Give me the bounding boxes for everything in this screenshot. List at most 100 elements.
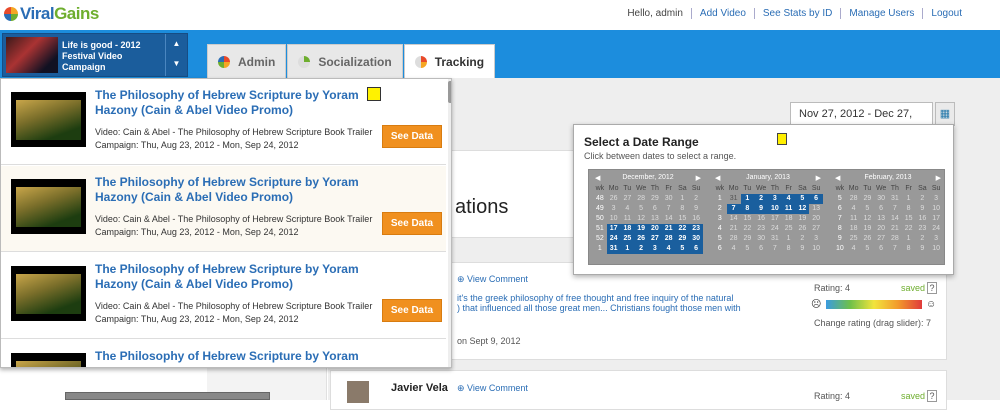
- video-item[interactable]: The Philosophy of Hebrew Scripture by Yo…: [1, 340, 446, 367]
- next-month-icon[interactable]: ▶: [696, 174, 701, 182]
- video-title[interactable]: The Philosophy of Hebrew Scripture by Yo…: [95, 349, 365, 364]
- campaign-switcher[interactable]: ▲ ▼: [165, 34, 187, 76]
- calendar-day[interactable]: 5: [741, 244, 755, 254]
- calendar-day[interactable]: 19: [861, 224, 875, 234]
- calendar-day[interactable]: 14: [727, 214, 741, 224]
- calendar-day[interactable]: 17: [768, 214, 782, 224]
- calendar-day[interactable]: 15: [676, 214, 690, 224]
- calendar-day[interactable]: 5: [634, 204, 648, 214]
- calendar-day[interactable]: 17: [606, 224, 621, 234]
- calendar-day[interactable]: 11: [781, 204, 796, 214]
- calendar-day[interactable]: 23: [916, 224, 930, 234]
- see-data-button[interactable]: See Data: [382, 299, 442, 322]
- calendar-day[interactable]: 27: [648, 234, 662, 244]
- calendar-day[interactable]: 8: [676, 204, 690, 214]
- calendar-day[interactable]: 10: [929, 204, 943, 214]
- calendar-day[interactable]: 11: [847, 214, 861, 224]
- calendar-day[interactable]: 2: [796, 234, 810, 244]
- arrow-up-icon[interactable]: ▲: [166, 34, 187, 54]
- calendar-day[interactable]: 2: [916, 234, 930, 244]
- calendar-day[interactable]: 6: [689, 244, 703, 254]
- calendar-day[interactable]: 30: [689, 234, 703, 244]
- date-range-field[interactable]: Nov 27, 2012 - Dec 27, 2012: [790, 102, 933, 142]
- calendar-day[interactable]: 22: [902, 224, 916, 234]
- calendar-day[interactable]: 8: [902, 244, 916, 254]
- calendar-day[interactable]: 18: [620, 224, 635, 234]
- calendar-day[interactable]: 26: [607, 194, 621, 204]
- calendar-day[interactable]: 31: [727, 194, 741, 204]
- calendar-day[interactable]: 3: [768, 194, 782, 204]
- calendar-day[interactable]: 2: [754, 194, 768, 204]
- tab-socialization[interactable]: Socialization: [287, 44, 403, 78]
- calendar-day[interactable]: 28: [661, 234, 676, 244]
- calendar-day[interactable]: 6: [754, 244, 768, 254]
- calendar-day[interactable]: 3: [929, 194, 943, 204]
- edit-note-icon[interactable]: [367, 87, 381, 101]
- see-data-button[interactable]: See Data: [382, 125, 442, 148]
- calendar-day[interactable]: 1: [620, 244, 635, 254]
- calendar-day[interactable]: 28: [888, 234, 902, 244]
- calendar-icon[interactable]: ▦: [935, 102, 955, 126]
- calendar-day[interactable]: 10: [607, 214, 621, 224]
- calendar-day[interactable]: 22: [675, 224, 690, 234]
- calendar-day[interactable]: 18: [782, 214, 796, 224]
- calendar-day[interactable]: 5: [861, 204, 875, 214]
- tab-admin[interactable]: Admin: [207, 44, 287, 78]
- calendar-day[interactable]: 11: [621, 214, 635, 224]
- calendar-day[interactable]: 23: [754, 224, 768, 234]
- calendar-day[interactable]: 12: [634, 214, 648, 224]
- calendar-day[interactable]: 21: [727, 224, 741, 234]
- calendar-day[interactable]: 27: [809, 224, 823, 234]
- calendar-day[interactable]: 23: [689, 224, 703, 234]
- sticky-note-icon[interactable]: [777, 133, 787, 145]
- calendar-day[interactable]: 24: [768, 224, 782, 234]
- arrow-down-icon[interactable]: ▼: [166, 54, 187, 74]
- calendar-day[interactable]: 30: [662, 194, 676, 204]
- calendar-day[interactable]: 4: [661, 244, 676, 254]
- calendar-day[interactable]: 4: [621, 204, 635, 214]
- calendar-day[interactable]: 1: [902, 234, 916, 244]
- calendar-day[interactable]: 1: [902, 194, 916, 204]
- calendar-day[interactable]: 18: [847, 224, 861, 234]
- calendar-day[interactable]: 29: [741, 234, 755, 244]
- prev-month-icon[interactable]: ◀: [595, 174, 600, 182]
- calendar-day[interactable]: 30: [874, 194, 888, 204]
- calendar-day[interactable]: 29: [675, 234, 690, 244]
- calendar-day[interactable]: 26: [861, 234, 875, 244]
- calendar-day[interactable]: 6: [648, 204, 662, 214]
- calendar-day[interactable]: 19: [634, 224, 648, 234]
- calendar-day[interactable]: 24: [606, 234, 621, 244]
- calendar-day[interactable]: 24: [929, 224, 943, 234]
- calendar-day[interactable]: 2: [634, 244, 648, 254]
- next-month-icon[interactable]: ▶: [816, 174, 821, 182]
- calendar-day[interactable]: 31: [606, 244, 621, 254]
- see-stats-link[interactable]: See Stats by ID: [753, 8, 840, 19]
- calendar-day[interactable]: 20: [874, 224, 888, 234]
- calendar-day[interactable]: 7: [888, 244, 902, 254]
- calendar-day[interactable]: 25: [620, 234, 635, 244]
- calendar-day[interactable]: 3: [648, 244, 662, 254]
- calendar-day[interactable]: 14: [888, 214, 902, 224]
- calendar-day[interactable]: 3: [929, 234, 943, 244]
- calendar-day[interactable]: 9: [754, 204, 768, 214]
- logout-link[interactable]: Logout: [922, 8, 970, 19]
- calendar-day[interactable]: 7: [888, 204, 902, 214]
- calendar-day[interactable]: 8: [740, 204, 755, 214]
- calendar-day[interactable]: 15: [902, 214, 916, 224]
- help-icon[interactable]: ?: [927, 390, 937, 402]
- video-title[interactable]: The Philosophy of Hebrew Scripture by Yo…: [95, 175, 365, 205]
- calendar-day[interactable]: 30: [754, 234, 768, 244]
- calendar-day[interactable]: 26: [634, 234, 648, 244]
- video-item[interactable]: The Philosophy of Hebrew Scripture by Yo…: [1, 79, 446, 165]
- next-month-icon[interactable]: ▶: [936, 174, 941, 182]
- calendar-day[interactable]: 31: [888, 194, 902, 204]
- calendar-day[interactable]: 6: [809, 194, 823, 204]
- calendar-day[interactable]: 20: [809, 214, 823, 224]
- calendar-day[interactable]: 21: [888, 224, 902, 234]
- calendar-day[interactable]: 4: [781, 194, 796, 204]
- calendar-day[interactable]: 21: [661, 224, 676, 234]
- calendar-day[interactable]: 31: [768, 234, 782, 244]
- calendar-day[interactable]: 28: [847, 194, 861, 204]
- manage-users-link[interactable]: Manage Users: [840, 8, 922, 19]
- calendar-day[interactable]: 6: [874, 204, 888, 214]
